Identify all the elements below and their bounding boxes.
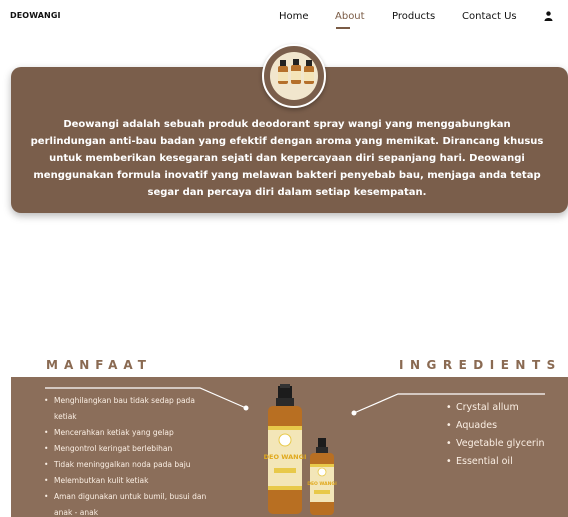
active-underline bbox=[336, 27, 350, 29]
nav-home[interactable]: Home bbox=[279, 11, 309, 22]
ingredient-item: Aquades bbox=[446, 417, 564, 435]
ingredients-heading: INGREDIENTS bbox=[399, 358, 562, 372]
nav-products[interactable]: Products bbox=[392, 11, 435, 22]
small-bottle-label: DEO WANGI bbox=[307, 481, 337, 487]
bottles-thumbnail-image bbox=[278, 59, 314, 84]
manfaat-item: Mengontrol keringat berlebihan bbox=[44, 441, 219, 457]
nav-about[interactable]: About bbox=[335, 11, 365, 22]
user-icon[interactable] bbox=[544, 11, 553, 21]
manfaat-item: Tidak meninggalkan noda pada baju bbox=[44, 457, 219, 473]
manfaat-heading: MANFAAT bbox=[46, 358, 152, 372]
manfaat-list: Menghilangkan bau tidak sedap pada ketia… bbox=[44, 393, 219, 517]
product-thumbnail bbox=[262, 44, 326, 108]
about-description: Deowangi adalah sebuah produk deodorant … bbox=[30, 119, 544, 198]
ingredients-list: Crystal allum Aquades Vegetable glycerin… bbox=[446, 399, 564, 471]
manfaat-item: Mencerahkan ketiak yang gelap bbox=[44, 425, 219, 441]
product-bottles-image: DEO WANGI DEO WANGI bbox=[264, 384, 337, 515]
brand-logo[interactable]: DEOWANGI bbox=[10, 11, 61, 20]
manfaat-item: Melembutkan kulit ketiak bbox=[44, 473, 219, 489]
manfaat-item: Menghilangkan bau tidak sedap pada ketia… bbox=[44, 393, 219, 425]
nav-contact-us[interactable]: Contact Us bbox=[462, 11, 517, 22]
navbar: DEOWANGI Home About Products Contact Us bbox=[0, 0, 568, 34]
ingredient-item: Vegetable glycerin bbox=[446, 435, 564, 453]
ingredient-item: Essential oil bbox=[446, 453, 564, 471]
big-bottle-label: DEO WANGI bbox=[264, 453, 306, 461]
ingredient-item: Crystal allum bbox=[446, 399, 564, 417]
manfaat-item: Aman digunakan untuk bumil, busui dan an… bbox=[44, 489, 219, 517]
